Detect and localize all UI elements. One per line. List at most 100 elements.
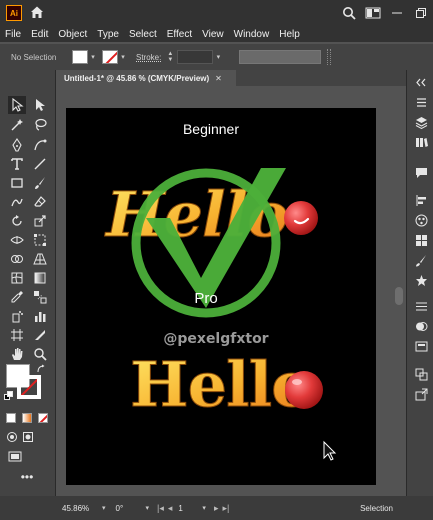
menu-edit[interactable]: Edit bbox=[26, 29, 53, 40]
last-artboard-icon[interactable]: ▸| bbox=[222, 503, 229, 514]
first-artboard-icon[interactable]: |◂ bbox=[157, 503, 164, 514]
home-icon[interactable] bbox=[30, 5, 44, 19]
brushes-panel-icon[interactable] bbox=[413, 252, 429, 268]
stroke-color-box[interactable] bbox=[17, 375, 41, 399]
rectangle-tool-icon[interactable] bbox=[8, 174, 26, 192]
rotation-dropdown-chevron-icon[interactable]: ▾ bbox=[146, 504, 150, 512]
stroke-label[interactable]: Stroke: bbox=[136, 53, 161, 62]
search-icon[interactable] bbox=[337, 0, 361, 26]
curvature-tool-icon[interactable] bbox=[31, 136, 49, 154]
app-bar: Ai bbox=[0, 0, 433, 26]
swap-fill-stroke-icon[interactable] bbox=[36, 364, 46, 374]
menu-effect[interactable]: Effect bbox=[162, 29, 197, 40]
collapse-panels-icon[interactable] bbox=[413, 74, 429, 90]
menu-select[interactable]: Select bbox=[124, 29, 162, 40]
appearance-panel-icon[interactable] bbox=[413, 338, 429, 354]
swatches-panel-icon[interactable] bbox=[413, 232, 429, 248]
zoom-level-field[interactable]: 45.86% bbox=[62, 502, 102, 514]
minimize-icon[interactable] bbox=[385, 0, 409, 26]
menu-view[interactable]: View bbox=[197, 29, 229, 40]
artboard[interactable]: Beginner Hello Pro @pexelgfxtor Hello bbox=[66, 108, 376, 485]
selection-tool-icon[interactable] bbox=[8, 96, 26, 114]
illustrator-logo: Ai bbox=[6, 5, 22, 21]
eraser-tool-icon[interactable] bbox=[31, 193, 49, 211]
arrange-documents-icon[interactable] bbox=[361, 0, 385, 26]
type-tool-icon[interactable] bbox=[8, 155, 26, 173]
magic-wand-tool-icon[interactable] bbox=[8, 116, 26, 134]
shape-builder-tool-icon[interactable] bbox=[8, 250, 26, 268]
pen-tool-icon[interactable] bbox=[8, 136, 26, 154]
edit-toolbar-more-icon[interactable]: ••• bbox=[20, 471, 34, 483]
direct-selection-tool-icon[interactable] bbox=[31, 96, 49, 114]
stroke-weight-chevron-icon[interactable]: ▾ bbox=[213, 50, 223, 64]
stroke-dropdown-chevron-icon[interactable]: ▾ bbox=[118, 50, 128, 64]
gradient-tool-icon[interactable] bbox=[31, 269, 49, 287]
shaper-tool-icon[interactable] bbox=[8, 193, 26, 211]
panel-grip-handle[interactable] bbox=[327, 49, 332, 65]
stroke-weight-stepper[interactable]: ▲ ▼ bbox=[165, 51, 175, 63]
artboard-tool-icon[interactable] bbox=[8, 326, 26, 344]
menu-type[interactable]: Type bbox=[92, 29, 124, 40]
lasso-tool-icon[interactable] bbox=[31, 116, 49, 134]
draw-normal-icon[interactable] bbox=[6, 431, 18, 443]
column-graph-tool-icon[interactable] bbox=[31, 307, 49, 325]
previous-artboard-icon[interactable]: ◂ bbox=[168, 503, 173, 514]
zoom-dropdown-chevron-icon[interactable]: ▾ bbox=[102, 504, 106, 512]
menu-object[interactable]: Object bbox=[53, 29, 92, 40]
artboard-number-field[interactable]: 1 bbox=[178, 502, 202, 514]
close-tab-icon[interactable]: ✕ bbox=[215, 74, 222, 83]
zoom-tool-icon[interactable] bbox=[31, 345, 49, 363]
screen-mode-icon[interactable] bbox=[8, 451, 22, 463]
next-artboard-icon[interactable]: ▸ bbox=[214, 503, 219, 514]
fill-color-swatch[interactable] bbox=[72, 50, 88, 64]
blend-tool-icon[interactable] bbox=[31, 288, 49, 306]
scale-tool-icon[interactable] bbox=[31, 212, 49, 230]
free-transform-tool-icon[interactable] bbox=[31, 231, 49, 249]
artboards-panel-icon[interactable] bbox=[413, 366, 429, 382]
fill-dropdown-chevron-icon[interactable]: ▾ bbox=[88, 50, 98, 64]
artboard-dropdown-chevron-icon[interactable]: ▾ bbox=[202, 504, 206, 512]
align-panel-icon[interactable] bbox=[413, 192, 429, 208]
symbol-sprayer-tool-icon[interactable] bbox=[8, 307, 26, 325]
restore-icon[interactable] bbox=[409, 0, 433, 26]
menu-window[interactable]: Window bbox=[229, 29, 275, 40]
transparency-panel-icon[interactable] bbox=[413, 318, 429, 334]
paintbrush-tool-icon[interactable] bbox=[31, 174, 49, 192]
stroke-color-swatch[interactable] bbox=[102, 50, 118, 64]
draw-behind-icon[interactable] bbox=[22, 431, 34, 443]
mesh-tool-icon[interactable] bbox=[8, 269, 26, 287]
gradient-mode-icon[interactable] bbox=[22, 413, 32, 423]
variable-width-profile-field[interactable] bbox=[239, 50, 322, 64]
status-bar: 45.86% ▾ 0° ▾ |◂ ◂ 1 ▾ ▸ ▸| Selection bbox=[0, 496, 433, 520]
eyedropper-tool-icon[interactable] bbox=[8, 288, 26, 306]
layers-panel-icon[interactable] bbox=[413, 114, 429, 130]
vertical-scrollbar-thumb[interactable] bbox=[395, 287, 403, 305]
width-tool-icon[interactable] bbox=[8, 231, 26, 249]
line-segment-tool-icon[interactable] bbox=[31, 155, 49, 173]
mouse-cursor-icon bbox=[323, 440, 337, 461]
default-fill-stroke-icon[interactable] bbox=[4, 391, 14, 401]
hand-tool-icon[interactable] bbox=[8, 345, 26, 363]
color-mode-icon[interactable] bbox=[6, 413, 16, 423]
none-mode-icon[interactable] bbox=[38, 413, 48, 423]
document-tab-title: Untitled-1* @ 45.86 % (CMYK/Preview) bbox=[64, 73, 210, 83]
color-panel-icon[interactable] bbox=[413, 212, 429, 228]
menu-help[interactable]: Help bbox=[274, 29, 305, 40]
red-o-circle-bottom bbox=[285, 371, 323, 409]
rotation-field[interactable]: 0° bbox=[116, 502, 146, 514]
rotate-tool-icon[interactable] bbox=[8, 212, 26, 230]
properties-panel-icon[interactable] bbox=[413, 94, 429, 110]
menu-file[interactable]: File bbox=[0, 29, 26, 40]
headline-hello-bottom: Hello bbox=[130, 348, 311, 421]
comments-panel-icon[interactable] bbox=[413, 164, 429, 180]
libraries-panel-icon[interactable] bbox=[413, 134, 429, 150]
slice-tool-icon[interactable] bbox=[31, 326, 49, 344]
tools-panel: ••• bbox=[0, 70, 56, 496]
symbols-panel-icon[interactable] bbox=[413, 272, 429, 288]
document-tab[interactable]: Untitled-1* @ 45.86 % (CMYK/Preview) ✕ bbox=[56, 70, 236, 86]
stroke-panel-icon[interactable] bbox=[413, 298, 429, 314]
perspective-grid-tool-icon[interactable] bbox=[31, 250, 49, 268]
stroke-weight-field[interactable] bbox=[177, 50, 214, 64]
asset-export-panel-icon[interactable] bbox=[413, 386, 429, 402]
document-tab-bar: Untitled-1* @ 45.86 % (CMYK/Preview) ✕ bbox=[56, 70, 406, 86]
